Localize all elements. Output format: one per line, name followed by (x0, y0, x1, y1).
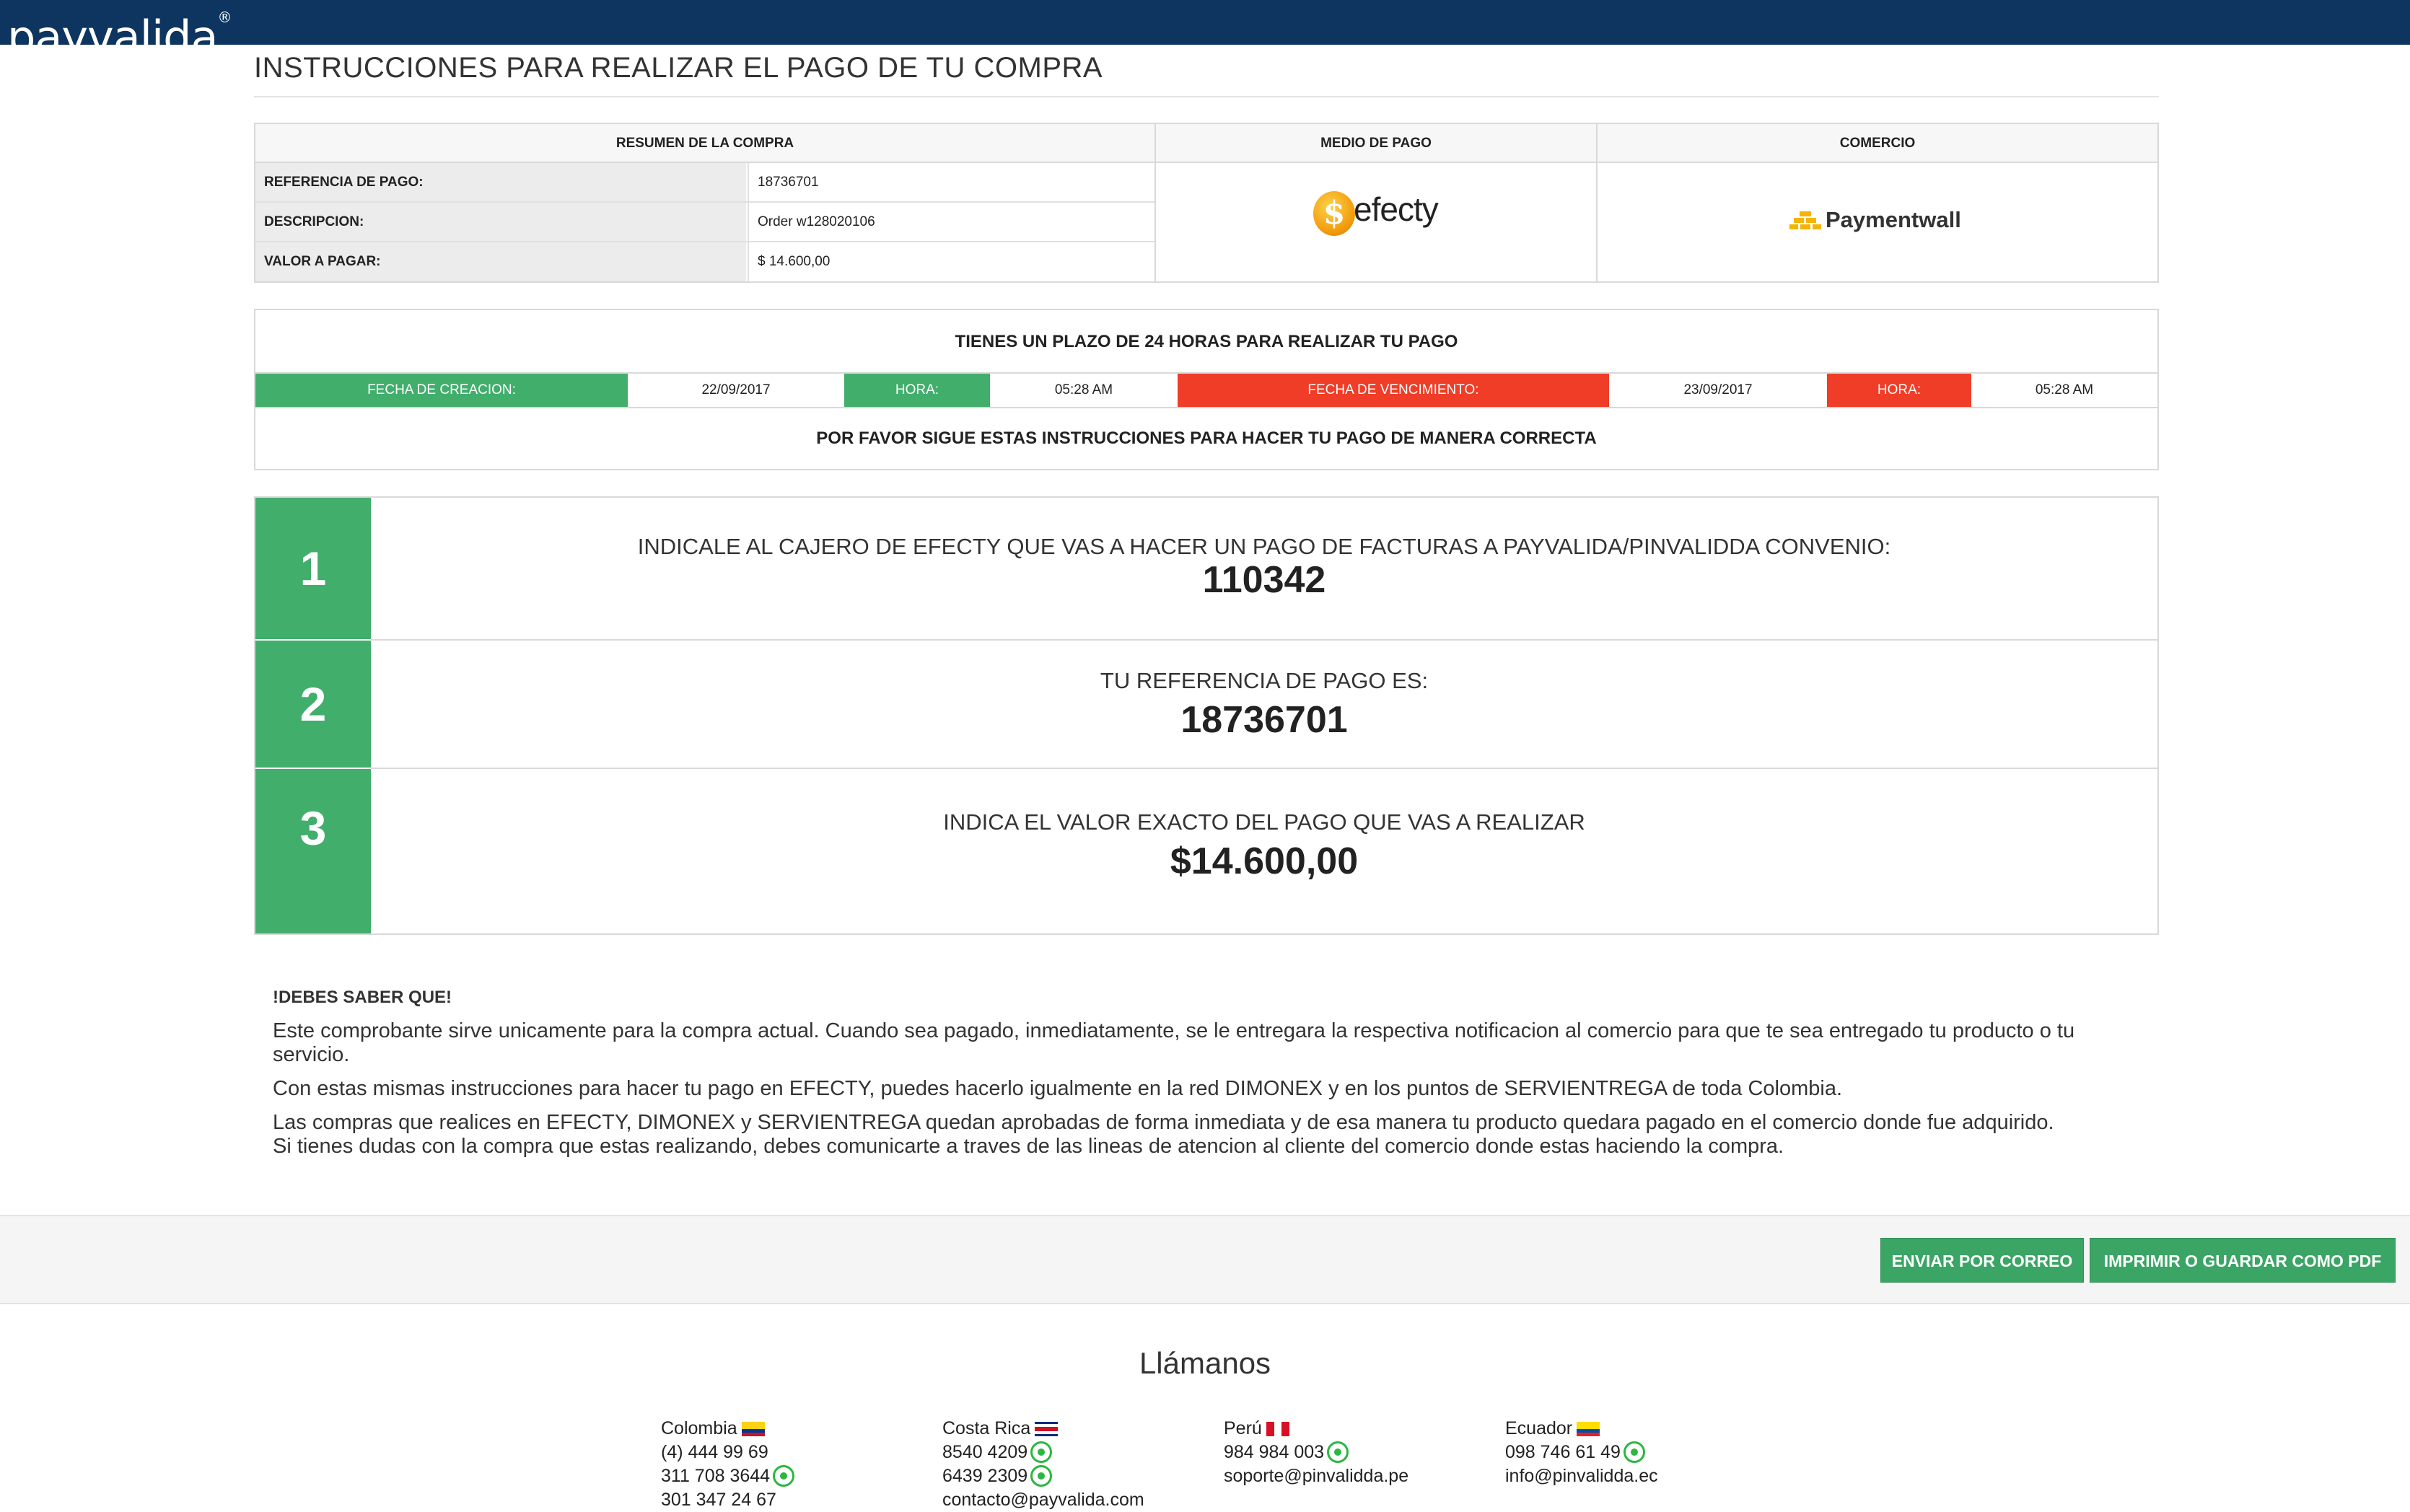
summary-row-amount: VALOR A PAGAR: $ 14.600,00 (255, 242, 1154, 281)
step-text: INDICA EL VALOR EXACTO DEL PAGO QUE VAS … (943, 809, 1585, 835)
payvalida-logo[interactable]: payvalida® (7, 3, 232, 45)
country-name: Colombia (661, 1418, 737, 1438)
summary-row-reference: REFERENCIA DE PAGO: 18736701 (255, 163, 1154, 203)
instructions-note: POR FAVOR SIGUE ESTAS INSTRUCCIONES PARA… (816, 428, 1597, 448)
action-bar: ENVIAR POR CORREO IMPRIMIR O GUARDAR COM… (0, 1215, 2410, 1304)
step-text: INDICALE AL CAJERO DE EFECTY QUE VAS A H… (637, 534, 1891, 559)
column-divider (1596, 124, 1598, 281)
step-1: 1 INDICALE AL CAJERO DE EFECTY QUE VAS A… (255, 498, 2157, 639)
step-number: 1 (255, 498, 371, 639)
ecuador-flag-icon (1577, 1422, 1600, 1436)
whatsapp-icon[interactable] (1030, 1465, 1053, 1487)
phone-number[interactable]: (4) 444 99 69 (661, 1441, 794, 1464)
title-divider (254, 96, 2159, 97)
email-link[interactable]: soporte@pinvalidda.pe (1224, 1464, 1408, 1488)
contact-peru: Perú 984 984 003 soporte@pinvalidda.pe (1224, 1417, 1408, 1488)
email-link[interactable]: info@pinvalidda.ec (1505, 1464, 1658, 1488)
summary-label: REFERENCIA DE PAGO: (255, 163, 746, 201)
colombia-flag-icon (741, 1422, 765, 1436)
creation-hour-label: HORA: (844, 374, 990, 407)
column-divider (1154, 124, 1156, 281)
summary-header: RESUMEN DE LA COMPRA (255, 124, 1154, 163)
dates-row: FECHA DE CREACION: 22/09/2017 HORA: 05:2… (255, 372, 2157, 408)
info-line: Las compras que realices en EFECTY, DIMO… (273, 1111, 2054, 1134)
phone-number[interactable]: 6439 2309 (942, 1466, 1027, 1486)
phone-number[interactable]: 8540 4209 (942, 1442, 1027, 1462)
info-paragraph: Las compras que realices en EFECTY, DIMO… (273, 1111, 2149, 1159)
step-number: 3 (255, 769, 371, 933)
important-info: !DEBES SABER QUE! Este comprobante sirve… (273, 985, 2149, 1159)
step-text: TU REFERENCIA DE PAGO ES: (1100, 668, 1429, 693)
contact-costa-rica: Costa Rica 8540 4209 6439 2309 contacto@… (942, 1417, 1144, 1512)
send-email-button[interactable]: ENVIAR POR CORREO (1880, 1238, 2084, 1283)
efecty-coin-icon: $ (1313, 191, 1355, 236)
phone-number[interactable]: 301 347 24 67 (661, 1488, 794, 1512)
payment-method-header: MEDIO DE PAGO (1156, 124, 1596, 163)
top-bar: payvalida® (0, 0, 2410, 45)
expiry-hour-label: HORA: (1827, 374, 1971, 407)
logo-text: payvalida (7, 11, 219, 45)
summary-row-description: DESCRIPCION: Order w128020106 (255, 203, 1154, 242)
summary-value: $ 14.600,00 (748, 242, 1154, 281)
step-3: 3 INDICA EL VALOR EXACTO DEL PAGO QUE VA… (255, 769, 2157, 933)
country-name: Perú (1224, 1418, 1262, 1438)
email-link[interactable]: contacto@payvalida.com (942, 1488, 1144, 1512)
info-line: Si tienes dudas con la compra que estas … (273, 1135, 1784, 1158)
payment-steps: 1 INDICALE AL CAJERO DE EFECTY QUE VAS A… (254, 496, 2159, 935)
phone-number[interactable]: 311 708 3644 (661, 1466, 770, 1486)
creation-time: 05:28 AM (1054, 382, 1113, 397)
phone-number[interactable]: 098 746 61 49 (1505, 1442, 1621, 1462)
efecty-logo: $ efecty (1313, 190, 1450, 239)
step-number: 2 (255, 641, 371, 768)
step-2: 2 TU REFERENCIA DE PAGO ES: 18736701 (255, 641, 2157, 768)
agreement-number: 110342 (1202, 559, 1326, 601)
payment-reference: 18736701 (1180, 699, 1348, 741)
paymentwall-brick-icon (1789, 211, 1821, 229)
page-title: INSTRUCCIONES PARA REALIZAR EL PAGO DE T… (254, 52, 1103, 84)
contact-title: Llámanos (1139, 1346, 1271, 1380)
registered-mark: ® (217, 9, 232, 26)
purchase-summary-table: RESUMEN DE LA COMPRA MEDIO DE PAGO COMER… (254, 123, 2159, 283)
creation-date: 22/09/2017 (701, 382, 771, 397)
phone-number[interactable]: 984 984 003 (1224, 1442, 1324, 1462)
creation-date-label: FECHA DE CREACION: (255, 374, 628, 407)
whatsapp-icon[interactable] (1030, 1441, 1053, 1463)
costa-rica-flag-icon (1035, 1422, 1059, 1436)
info-heading: !DEBES SABER QUE! (273, 988, 452, 1007)
merchant-header: COMERCIO (1598, 124, 2157, 163)
expiry-date: 23/09/2017 (1683, 382, 1753, 397)
print-pdf-button[interactable]: IMPRIMIR O GUARDAR COMO PDF (2090, 1238, 2396, 1283)
expiry-date-label: FECHA DE VENCIMIENTO: (1178, 374, 1609, 407)
contact-ecuador: Ecuador 098 746 61 49 info@pinvalidda.ec (1505, 1417, 1658, 1488)
deadline-panel: TIENES UN PLAZO DE 24 HORAS PARA REALIZA… (254, 309, 2159, 470)
whatsapp-icon[interactable] (773, 1465, 795, 1487)
summary-value: 18736701 (748, 163, 1154, 201)
whatsapp-icon[interactable] (1327, 1441, 1349, 1463)
info-paragraph: Con estas mismas instrucciones para hace… (273, 1077, 1843, 1100)
peru-flag-icon (1266, 1422, 1289, 1436)
summary-label: VALOR A PAGAR: (255, 242, 746, 281)
summary-value: Order w128020106 (748, 203, 1154, 241)
summary-label: DESCRIPCION: (255, 203, 746, 241)
expiry-time: 05:28 AM (2035, 382, 2094, 397)
contact-colombia: Colombia (4) 444 99 69 311 708 3644 301 … (661, 1417, 795, 1512)
whatsapp-icon[interactable] (1623, 1441, 1645, 1463)
paymentwall-logo-text: Paymentwall (1826, 207, 1961, 232)
efecty-logo-text: efecty (1354, 190, 1439, 228)
deadline-headline: TIENES UN PLAZO DE 24 HORAS PARA REALIZA… (955, 332, 1458, 351)
country-name: Ecuador (1505, 1418, 1573, 1438)
country-name: Costa Rica (942, 1418, 1031, 1438)
payment-amount: $14.600,00 (1170, 840, 1359, 882)
info-paragraph: Este comprobante sirve unicamente para l… (273, 1019, 2075, 1066)
